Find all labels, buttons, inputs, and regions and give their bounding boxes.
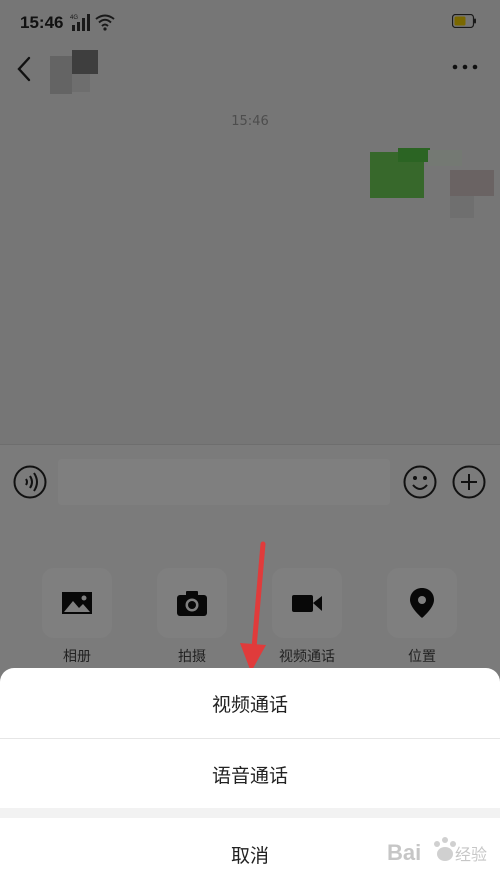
video-call-option[interactable]: 视频通话 <box>0 668 500 738</box>
svg-text:经验: 经验 <box>455 845 487 864</box>
red-arrow-annotation <box>240 541 266 672</box>
svg-text:Bai: Bai <box>387 840 421 865</box>
voice-call-option[interactable]: 语音通话 <box>0 739 500 809</box>
section-gap <box>0 808 500 818</box>
baidu-jingyan-watermark-logo: Bai 经验 <box>387 837 487 865</box>
